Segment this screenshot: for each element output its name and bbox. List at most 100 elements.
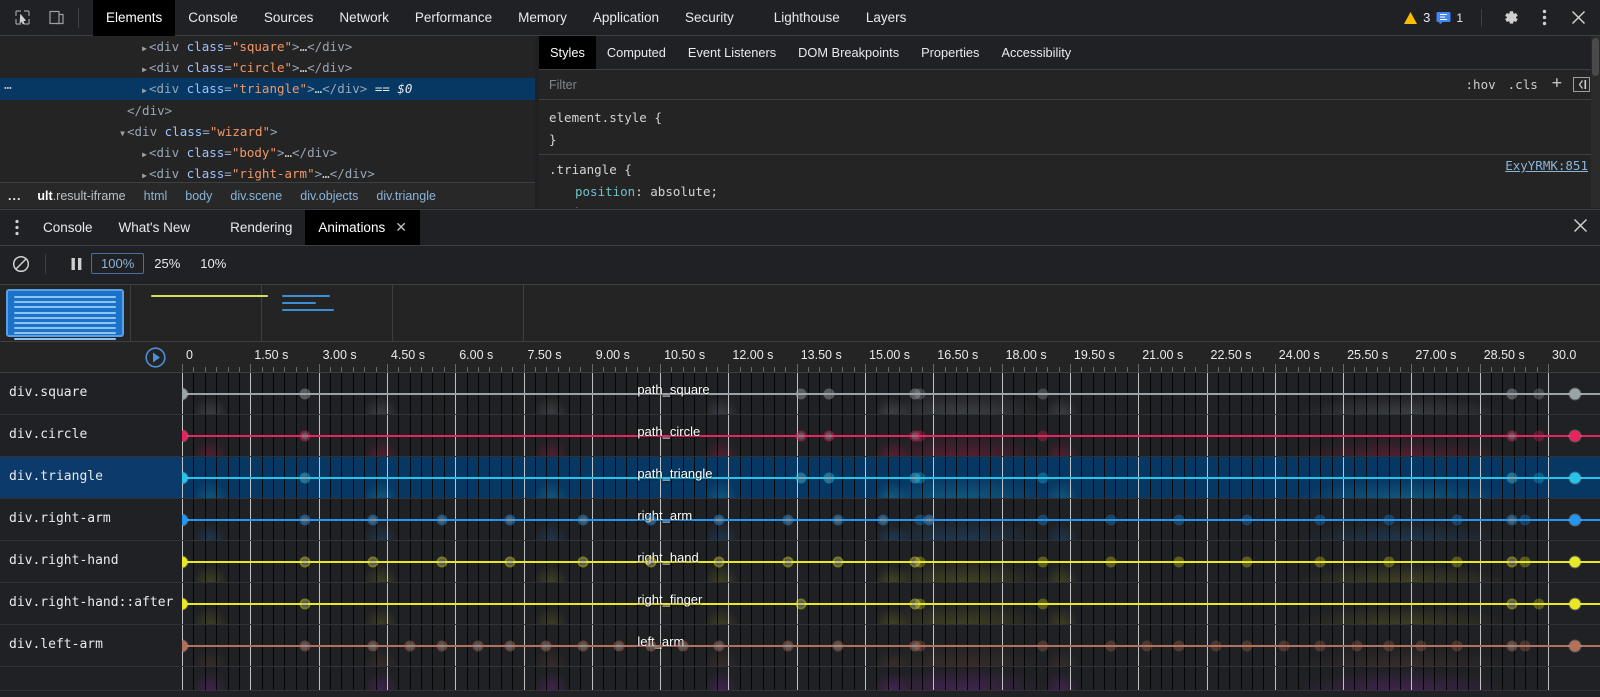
animation-group-1[interactable] (0, 285, 131, 341)
animation-row-namecell[interactable] (0, 667, 182, 690)
animation-track[interactable]: left_arm (182, 625, 1600, 666)
keyframe-marker[interactable] (1037, 473, 1048, 484)
keyframe-marker[interactable] (714, 557, 725, 568)
keyframe-marker[interactable] (1533, 599, 1544, 610)
keyframe-marker[interactable] (878, 515, 889, 526)
animation-track[interactable]: right_hand (182, 541, 1600, 582)
keyframe-marker[interactable] (1451, 515, 1462, 526)
keyframe-marker[interactable] (436, 557, 447, 568)
keyframe-marker[interactable] (1533, 473, 1544, 484)
keyframe-marker[interactable] (472, 641, 483, 652)
keyframe-marker[interactable] (368, 515, 379, 526)
keyframe-marker[interactable] (504, 515, 515, 526)
keyframe-marker[interactable] (1351, 641, 1362, 652)
animation-row[interactable]: div.right-armright_arm (0, 499, 1600, 541)
keyframe-marker[interactable] (1415, 641, 1426, 652)
keyframe-marker[interactable] (677, 641, 688, 652)
animation-track[interactable]: path_triangle (182, 457, 1600, 498)
message-badge[interactable]: 1 (1436, 11, 1463, 25)
keyframe-marker[interactable] (1520, 641, 1531, 652)
keyframe-marker[interactable] (823, 389, 834, 400)
keyframe-marker[interactable] (1570, 431, 1581, 442)
breadcrumb-item[interactable]: div.triangle (367, 189, 445, 203)
keyframe-marker[interactable] (1570, 557, 1581, 568)
playback-speed-10[interactable]: 10% (190, 253, 236, 274)
playback-speed-100[interactable]: 100% (91, 253, 144, 274)
keyframe-marker[interactable] (1242, 641, 1253, 652)
keyframe-marker[interactable] (1383, 515, 1394, 526)
dom-tree-panel[interactable]: ▶<div class="square">…</div> ▶<div class… (0, 36, 535, 182)
css-rule[interactable]: .triangle {ExyYRMK:851position: absolute… (539, 154, 1600, 208)
animation-track[interactable]: path_circle (182, 415, 1600, 456)
keyframe-marker[interactable] (1315, 515, 1326, 526)
tab-lighthouse[interactable]: Lighthouse (761, 0, 853, 36)
keyframe-marker[interactable] (1037, 557, 1048, 568)
keyframe-marker[interactable] (714, 641, 725, 652)
keyframe-marker[interactable] (577, 641, 588, 652)
keyframe-marker[interactable] (1278, 641, 1289, 652)
tab-dom-breakpoints[interactable]: DOM Breakpoints (787, 36, 910, 69)
tab-network[interactable]: Network (326, 0, 402, 36)
keyframe-marker[interactable] (796, 473, 807, 484)
tab-performance[interactable]: Performance (402, 0, 505, 36)
playback-speed-25[interactable]: 25% (144, 253, 190, 274)
toggle-sidebar-icon[interactable] (1573, 77, 1590, 92)
expand-twisty-icon[interactable]: ▶ (140, 38, 149, 59)
keyframe-marker[interactable] (645, 515, 656, 526)
tab-styles[interactable]: Styles (539, 36, 596, 69)
keyframe-marker[interactable] (796, 599, 807, 610)
keyframe-marker[interactable] (299, 431, 310, 442)
keyframe-marker[interactable] (1520, 515, 1531, 526)
styles-scrollbar[interactable] (1591, 36, 1600, 208)
keyframe-marker[interactable] (1037, 431, 1048, 442)
close-icon[interactable] (1564, 4, 1592, 32)
dom-node-row[interactable]: ▶<div class="circle">…</div> (0, 57, 535, 78)
keyframe-marker[interactable] (1105, 515, 1116, 526)
keyframe-marker[interactable] (541, 641, 552, 652)
drawer-more-tabs-icon[interactable] (4, 213, 30, 243)
keyframe-marker[interactable] (577, 515, 588, 526)
keyframe-marker[interactable] (645, 641, 656, 652)
tab-console[interactable]: Console (175, 0, 251, 36)
tab-sources[interactable]: Sources (251, 0, 327, 36)
animation-group-2[interactable] (131, 285, 262, 341)
css-property[interactable]: bottom (549, 202, 620, 208)
animation-row[interactable]: div.squarepath_square (0, 373, 1600, 415)
tab-properties[interactable]: Properties (910, 36, 990, 69)
keyframe-marker[interactable] (1506, 473, 1517, 484)
animation-group-4[interactable] (393, 285, 524, 341)
keyframe-marker[interactable] (1570, 599, 1581, 610)
animation-track[interactable] (182, 667, 1600, 690)
keyframe-marker[interactable] (436, 515, 447, 526)
clear-all-icon[interactable] (6, 251, 36, 277)
breadcrumb-item[interactable]: html (135, 189, 177, 203)
keyframe-marker[interactable] (1570, 641, 1581, 652)
inspect-element-icon[interactable] (8, 4, 36, 32)
cls-button[interactable]: .cls (1502, 77, 1544, 92)
device-toolbar-icon[interactable] (42, 4, 70, 32)
breadcrumb-item[interactable]: ult.result-iframe (28, 189, 134, 203)
css-selector[interactable]: element.style { (549, 107, 1590, 129)
keyframe-marker[interactable] (1105, 641, 1116, 652)
styles-filter-input[interactable] (539, 78, 1460, 92)
keyframe-marker[interactable] (1037, 389, 1048, 400)
keyframe-marker[interactable] (299, 515, 310, 526)
keyframe-marker[interactable] (577, 557, 588, 568)
keyframe-marker[interactable] (832, 515, 843, 526)
keyframe-marker[interactable] (1383, 641, 1394, 652)
breadcrumb-item[interactable]: body (176, 189, 221, 203)
keyframe-marker[interactable] (1037, 515, 1048, 526)
keyframe-marker[interactable] (914, 557, 925, 568)
keyframe-marker[interactable] (1210, 641, 1221, 652)
tab-event-listeners[interactable]: Event Listeners (677, 36, 787, 69)
css-rule[interactable]: element.style {} (539, 107, 1600, 150)
dom-node-row[interactable]: </div> (0, 100, 535, 121)
keyframe-marker[interactable] (1506, 557, 1517, 568)
tab-security[interactable]: Security (672, 0, 747, 36)
keyframe-marker[interactable] (299, 557, 310, 568)
expand-twisty-icon[interactable]: ▶ (140, 165, 149, 182)
tab-layers[interactable]: Layers (853, 0, 920, 36)
animation-row[interactable] (0, 667, 1600, 691)
replay-icon[interactable] (143, 345, 167, 369)
keyframe-marker[interactable] (1105, 557, 1116, 568)
